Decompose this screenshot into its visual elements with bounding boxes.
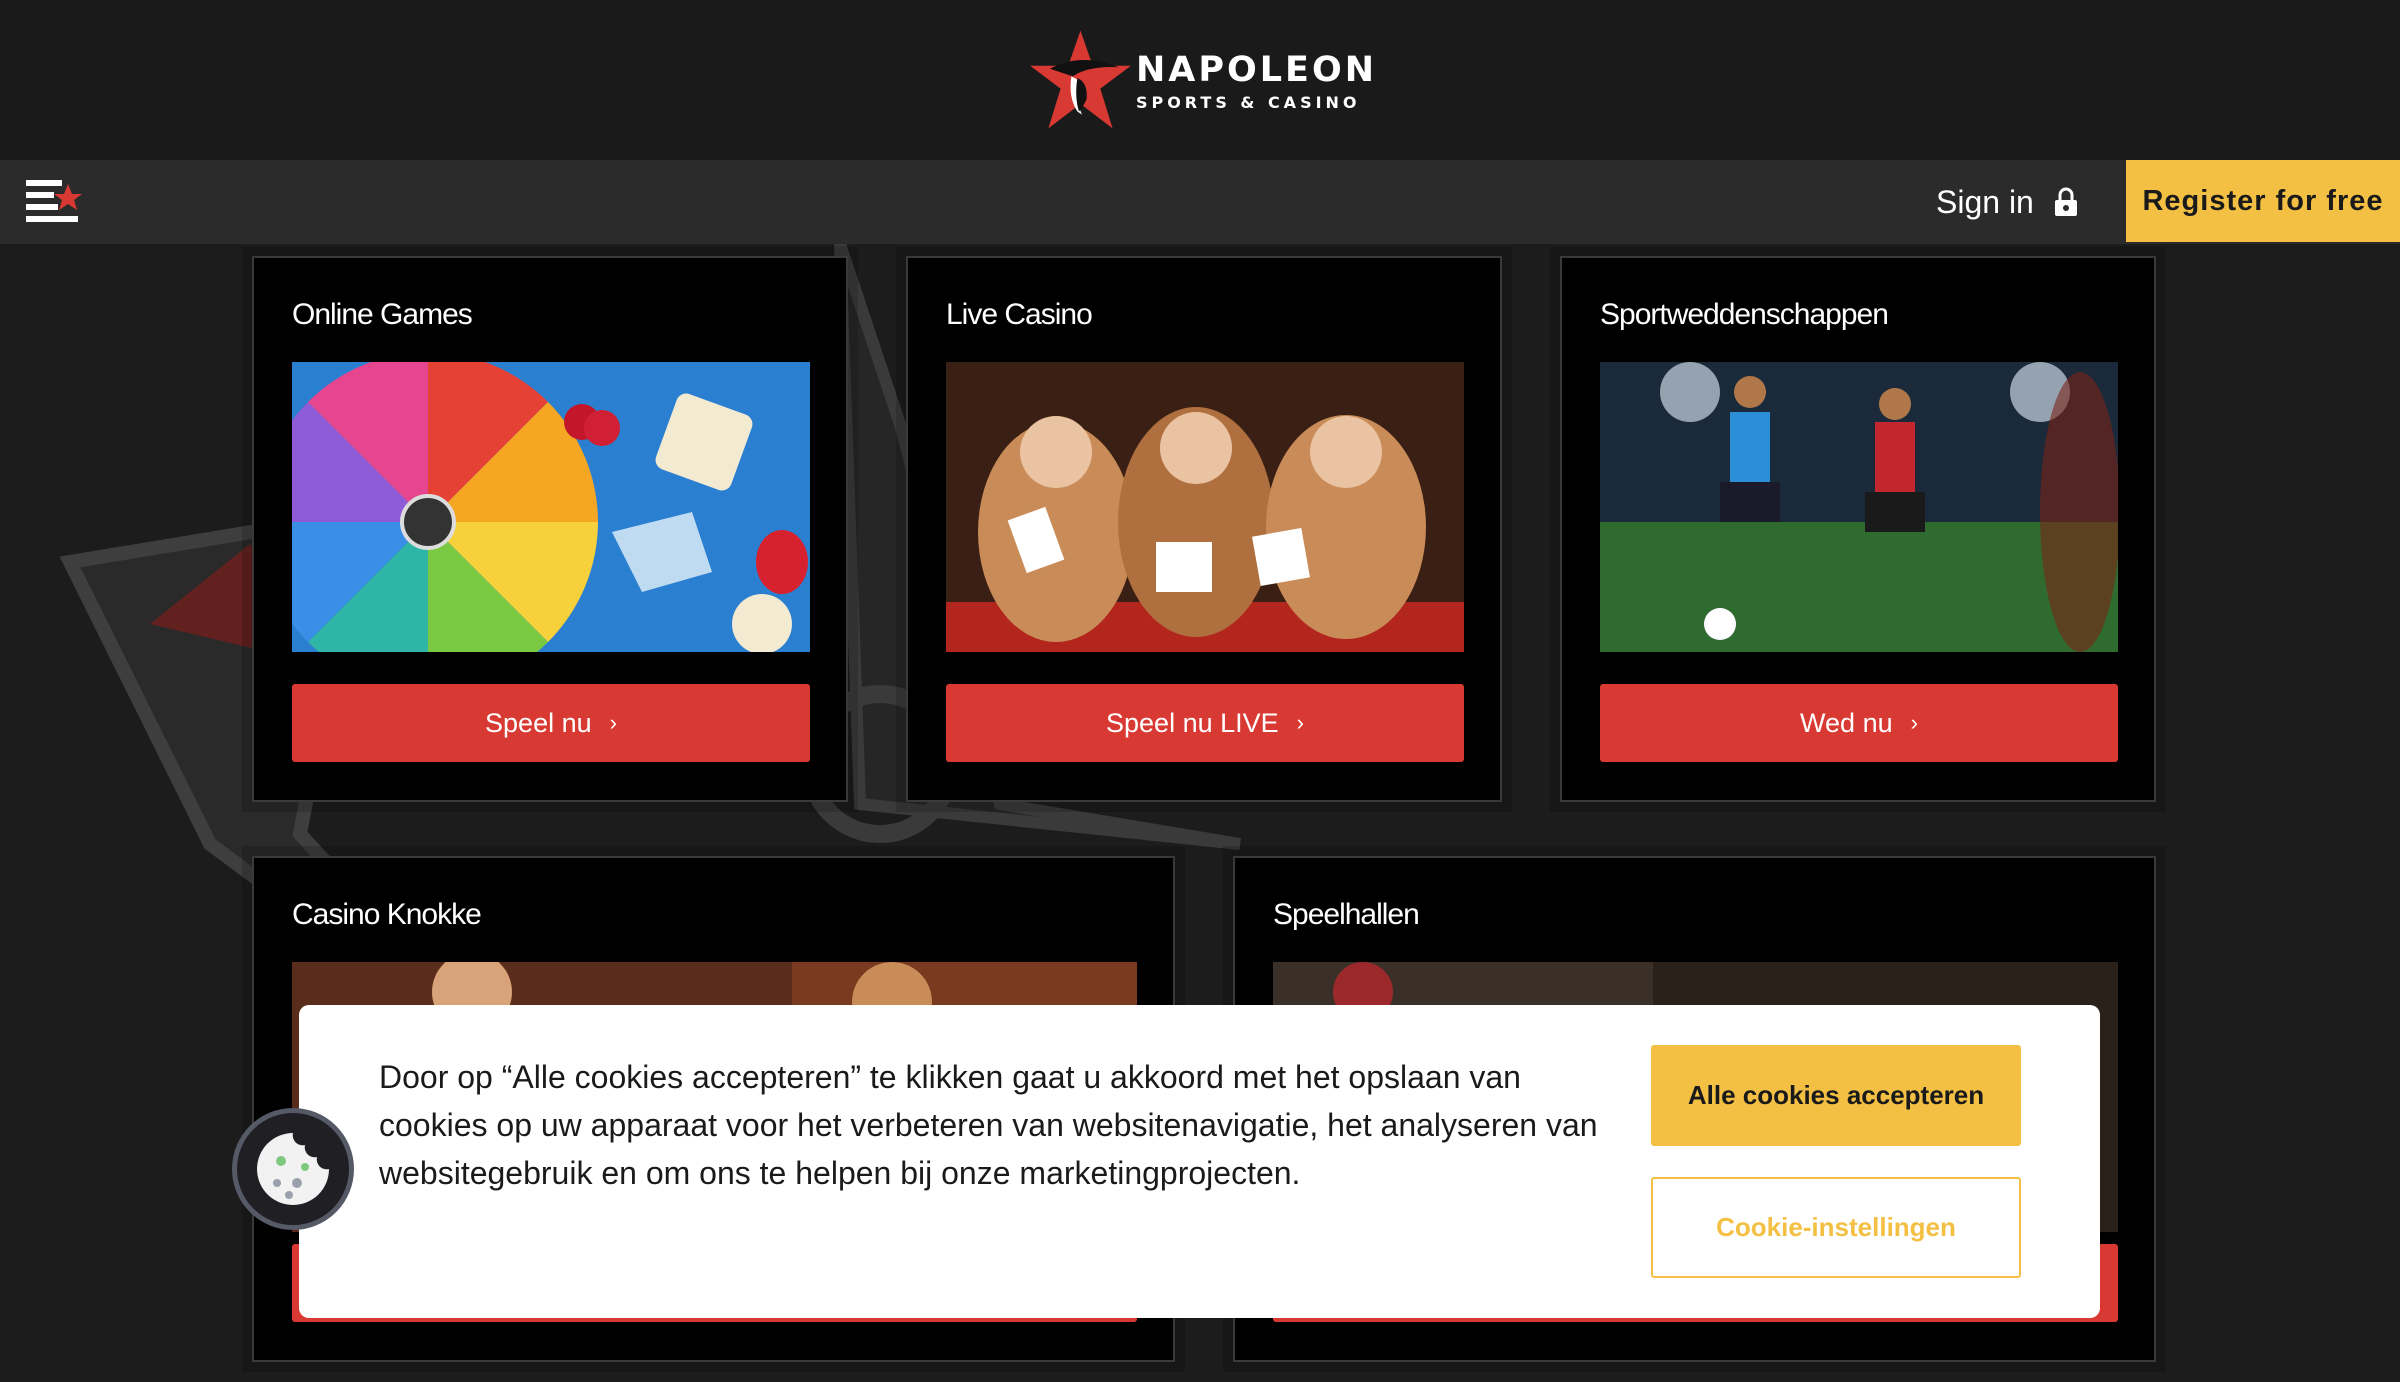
sports-betting-image[interactable] bbox=[1600, 362, 2118, 652]
card-sports-betting: Sportweddenschappen Wed nu › bbox=[1560, 256, 2156, 802]
card-title: Live Casino bbox=[946, 298, 1093, 331]
register-button[interactable]: Register for free bbox=[2126, 160, 2400, 242]
cookie-preferences-button[interactable] bbox=[232, 1108, 354, 1230]
live-casino-image[interactable] bbox=[946, 362, 1464, 652]
cookie-icon bbox=[257, 1133, 329, 1205]
button-label: Speel nu LIVE bbox=[1106, 707, 1279, 738]
header-logo-bar: NAPOLEON SPORTS & CASINO bbox=[0, 0, 2400, 160]
play-live-button[interactable]: Speel nu LIVE › bbox=[946, 684, 1464, 762]
online-games-image[interactable] bbox=[292, 362, 810, 652]
play-now-button[interactable]: Speel nu › bbox=[292, 684, 810, 762]
lock-icon bbox=[2054, 187, 2077, 216]
card-live-casino: Live Casino Speel nu LIVE › bbox=[906, 256, 1502, 802]
chevron-right-icon: › bbox=[1910, 710, 1918, 735]
bet-now-button[interactable]: Wed nu › bbox=[1600, 684, 2118, 762]
card-online-games: Online Games Speel nu › bbox=[252, 256, 848, 802]
card-title: Casino Knokke bbox=[292, 898, 482, 931]
card-title: Online Games bbox=[292, 298, 473, 331]
cookie-settings-button[interactable]: Cookie-instellingen bbox=[1651, 1177, 2021, 1278]
button-label: Wed nu bbox=[1800, 707, 1893, 738]
hamburger-star-icon[interactable] bbox=[26, 178, 82, 224]
napoleon-star-icon bbox=[1030, 30, 1131, 129]
cookie-consent-text: Door op “Alle cookies accepteren” te kli… bbox=[379, 1059, 1598, 1191]
brand-subtitle: SPORTS & CASINO bbox=[1135, 92, 1361, 112]
brand-name: NAPOLEON bbox=[1135, 49, 1377, 90]
cookie-consent-banner: Door op “Alle cookies accepteren” te kli… bbox=[299, 1005, 2100, 1318]
chevron-right-icon: › bbox=[609, 710, 617, 735]
sign-in-label: Sign in bbox=[1936, 183, 2034, 220]
accept-all-cookies-button[interactable]: Alle cookies accepteren bbox=[1651, 1045, 2021, 1146]
button-label: Speel nu bbox=[485, 707, 592, 738]
navigation-bar: Sign in Register for free bbox=[0, 160, 2400, 244]
card-title: Speelhallen bbox=[1273, 898, 1420, 931]
chevron-right-icon: › bbox=[1296, 710, 1304, 735]
card-title: Sportweddenschappen bbox=[1600, 298, 1889, 331]
napoleon-logo[interactable]: NAPOLEON SPORTS & CASINO bbox=[1027, 12, 1377, 150]
sign-in-link[interactable]: Sign in bbox=[1936, 180, 2078, 224]
